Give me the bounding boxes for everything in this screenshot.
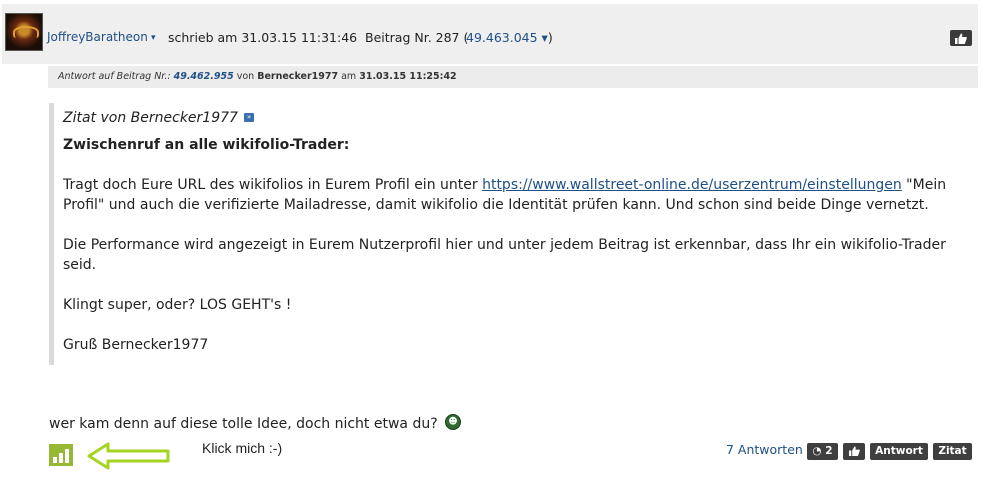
reply-datetime: 31.03.15 11:25:42 [359,71,457,82]
quote-header: Zitat von Bernecker1977 [63,110,238,126]
quote-button[interactable]: Zitat [933,443,972,460]
click-me-annotation: Klick mich :-) [202,440,283,456]
smiley-icon: ☻ [445,414,461,430]
post-timestamp: schrieb am 31.03.15 11:31:46 [168,30,358,45]
post-id-text[interactable]: 49.463.045 ▾ [466,30,548,45]
like-button[interactable] [843,443,865,460]
reply-prefix: Antwort auf Beitrag Nr.: [58,71,171,82]
reply-author[interactable]: Bernecker1977 [257,71,338,82]
thumbs-up-icon[interactable] [950,30,972,46]
rss-count: 2 [825,445,833,457]
post-number-prefix: Beitrag Nr. 287 ( [365,30,469,45]
quote-p1-text: Tragt doch Eure URL des wikifolios in Eu… [63,177,483,193]
reply-button[interactable]: Antwort [870,443,928,460]
quote-paragraph-2: Die Performance wird angezeigt in Eurem … [63,237,946,273]
reply-from: von [236,71,255,82]
post-number-label: Beitrag Nr. 287 ( [365,30,468,45]
reply-at: am [341,71,357,82]
reply-ref-link[interactable]: 49.462.955 [174,71,234,82]
jump-to-quote-icon[interactable]: » [244,113,254,122]
thumbs-up-icon [848,446,860,456]
quote-paragraph-1: Tragt doch Eure URL des wikifolios in Eu… [63,175,968,215]
wikifolio-chart-icon[interactable] [49,444,73,466]
user-menu-caret-icon[interactable]: ▾ [151,33,156,43]
post-id-close: ) [547,30,553,45]
post-id-link[interactable]: 49.463.045 ▾) [466,30,553,45]
username-link[interactable]: JoffreyBaratheon [47,30,148,44]
answers-count-link[interactable]: 7 Antworten [726,442,803,457]
quote-border [49,103,54,365]
rss-icon: ◔ [812,445,822,457]
rss-button[interactable]: ◔ 2 [807,443,838,460]
quote-paragraph-3: Klingt super, oder? LOS GEHT's ! [63,297,292,313]
quote-title: Zwischenruf an alle wikifolio-Trader: [63,137,350,153]
post-body-text: wer kam denn auf diese tolle Idee, doch … [49,416,438,432]
arrow-left-icon [87,442,170,470]
quote-signature: Gruß Bernecker1977 [63,337,209,353]
profile-settings-link[interactable]: https://www.wallstreet-online.de/userzen… [482,177,902,193]
user-avatar[interactable] [5,13,43,51]
reply-reference: Antwort auf Beitrag Nr.: 49.462.955 von … [58,71,457,82]
